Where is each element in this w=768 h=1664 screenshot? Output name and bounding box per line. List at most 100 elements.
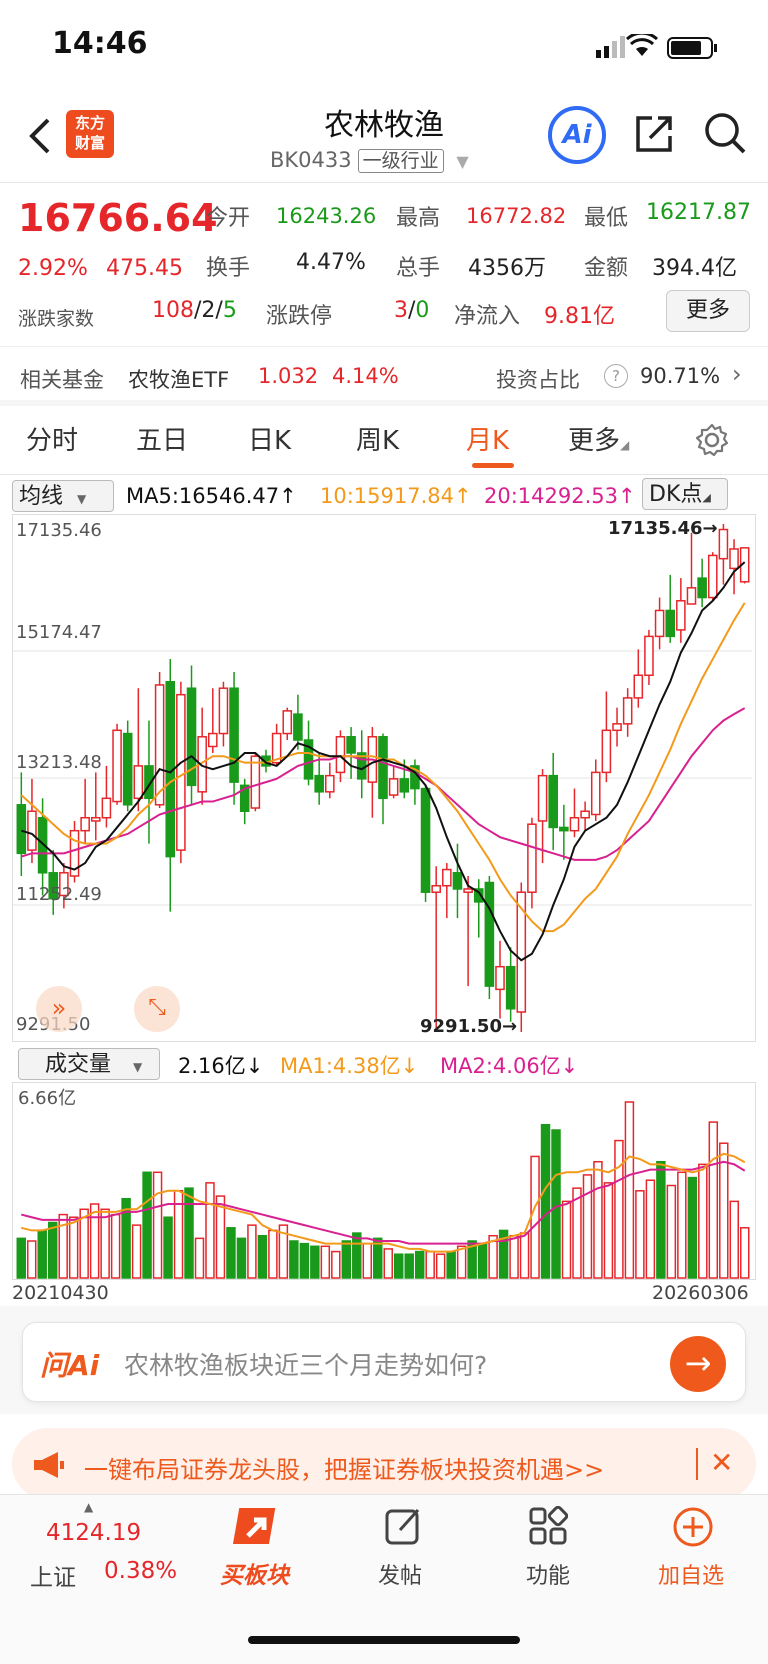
volume-select[interactable]: 成交量 ▼ [18,1048,160,1080]
volume-bar [26,1240,37,1279]
y-label-2: 15174.47 [16,622,102,643]
volume-bar [687,1176,698,1279]
candle [686,532,697,605]
high-value: 16772.82 [466,204,567,228]
limit-counts: 3/0 [394,298,430,323]
fullscreen-icon[interactable]: ⤡ [134,986,180,1032]
volume-bar [236,1237,247,1279]
volume-bar [603,1182,614,1279]
fund-name[interactable]: 农牧渔ETF [128,364,229,394]
volume-bar [362,1242,373,1279]
chevron-right-icon[interactable]: › [732,360,742,388]
volume-bar [152,1171,163,1279]
status-bar: 14:46 [0,0,768,92]
nav-post[interactable]: 发帖 [378,1558,422,1590]
sector-code[interactable]: BK0433 一级行业 ▼ [270,146,469,173]
ma20-legend: 20:14292.53↑ [484,484,636,508]
banner-close-icon[interactable]: ✕ [710,1446,733,1479]
volume-bar [561,1200,572,1279]
volume-bar [645,1179,656,1279]
share-icon[interactable] [632,112,676,156]
index-pct[interactable]: 0.38% [104,1558,177,1584]
volume-bar [16,1237,26,1279]
y-label-3: 13213.48 [16,752,102,773]
candle [186,665,197,805]
volume-chart[interactable] [12,1082,756,1280]
volume-bar [163,1216,173,1279]
min-marker: 9291.50→ [420,1016,518,1037]
index-name[interactable]: 上证 [30,1558,76,1592]
more-button[interactable]: 更多 [666,290,750,332]
amount-value: 394.4亿 [652,256,737,281]
volume-bar [68,1216,79,1279]
dk-point-button[interactable]: DK点◢ [642,478,728,510]
nav-function[interactable]: 功能 [526,1558,570,1590]
volume-bar [184,1187,194,1279]
candle [420,785,431,902]
index-value[interactable]: 4124.19 [46,1520,141,1546]
volume-bar [530,1155,540,1279]
volume-bar [477,1242,488,1279]
tab-intraday[interactable]: 分时 [26,420,78,457]
volume-bar [205,1182,215,1279]
tab-daily[interactable]: 日K [248,420,291,457]
candle [580,801,590,831]
post-edit-icon[interactable] [384,1506,424,1546]
candle [378,733,388,825]
help-icon[interactable]: ? [604,364,628,388]
tab-monthly[interactable]: 月K [466,420,509,457]
settings-gear-icon[interactable] [694,422,730,458]
candle [718,524,729,585]
candle [601,691,612,783]
candle [176,681,186,864]
candle [676,578,686,643]
tab-weekly[interactable]: 周K [356,420,399,457]
open-value: 16243.26 [276,204,377,228]
max-marker: 17135.46→ [608,518,718,539]
ai-button[interactable]: Ai [548,106,606,164]
ask-ai-prompt[interactable]: 农林牧渔板块近三个月走势如何? [124,1346,487,1382]
tab-five-day[interactable]: 五日 [136,420,188,457]
nav-add-watchlist[interactable]: 加自选 [658,1558,724,1590]
volume-bar [656,1160,666,1279]
candle [122,720,133,812]
expand-left-icon[interactable]: » [36,986,82,1032]
nav-buy-sector[interactable]: 买板块 [220,1556,289,1590]
volume-bar [110,1213,121,1279]
volume-bar [89,1203,100,1279]
volume-bar [624,1101,635,1279]
turnover-value: 4.47% [296,250,366,275]
candle [612,707,622,747]
date-start: 20210430 [12,1282,109,1304]
candle [16,772,27,877]
volume-bar [142,1171,152,1279]
candle [239,778,250,825]
volume-bar [435,1253,446,1279]
volume-ma2: MA2:4.06亿↓ [440,1054,579,1078]
kline-chart[interactable] [12,514,756,1042]
search-icon[interactable] [702,110,748,156]
volume-bar [446,1250,456,1279]
function-grid-icon[interactable] [528,1506,568,1546]
buy-sector-icon[interactable] [230,1504,284,1554]
y-label-max: 17135.46 [16,520,102,541]
candle [410,759,420,805]
volume-bar [582,1174,593,1279]
candle [473,879,484,938]
current-price: 16766.64 [18,196,218,240]
updown-counts: 108/2/5 [152,298,237,323]
indicator-select[interactable]: 均线 ▼ [12,480,114,512]
banner-text[interactable]: 一键布局证券龙头股，把握证券板块投资机遇>> [84,1450,604,1485]
tab-more[interactable]: 更多◢ [568,420,629,457]
volume-bar [352,1232,362,1279]
volume-bar [456,1245,467,1279]
open-label: 今开 [206,206,251,231]
ask-submit-arrow-icon[interactable]: → [670,1336,726,1392]
limit-label: 涨跌停 [266,304,333,329]
candle [697,558,707,608]
volume-max-label: 6.66亿 [18,1088,77,1109]
volume-bar [257,1234,268,1279]
volume-bar [47,1221,58,1279]
add-watchlist-icon[interactable] [672,1506,714,1548]
candle [80,778,90,844]
